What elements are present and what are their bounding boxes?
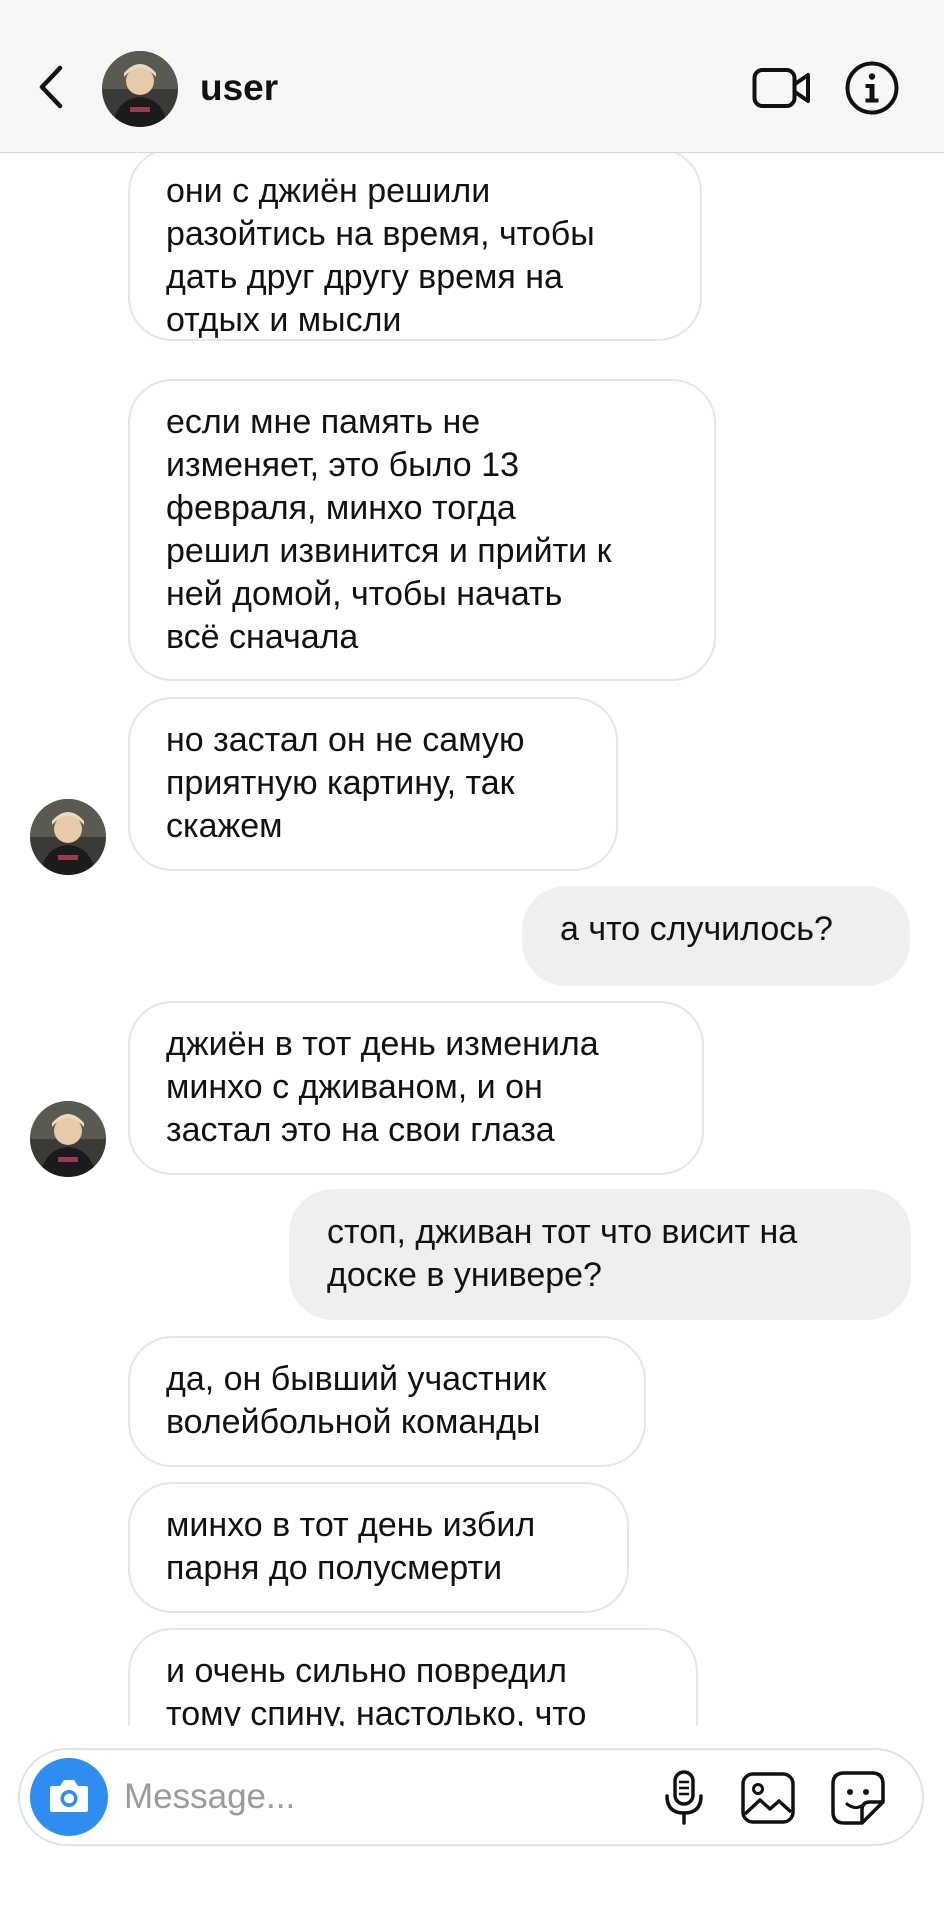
- camera-icon: [50, 1780, 88, 1812]
- sticker-button[interactable]: [828, 1768, 888, 1828]
- message-incoming[interactable]: если мне память не изменяет, это было 13…: [128, 379, 716, 681]
- message-incoming[interactable]: но застал он не самую приятную картину, …: [128, 697, 618, 871]
- video-call-button[interactable]: [752, 66, 812, 110]
- video-camera-icon: [752, 68, 810, 108]
- avatar[interactable]: [30, 799, 106, 875]
- chevron-left-icon: [39, 65, 63, 109]
- avatar[interactable]: [30, 1101, 106, 1177]
- message-incoming[interactable]: да, он бывший участник волейбольной кома…: [128, 1336, 646, 1467]
- message-incoming[interactable]: они с джиён решили разойтись на время, ч…: [128, 153, 702, 341]
- message-input[interactable]: [124, 1770, 524, 1824]
- message-outgoing[interactable]: а что случилось?: [522, 886, 910, 986]
- camera-button[interactable]: [30, 1758, 108, 1836]
- sticker-icon: [831, 1771, 885, 1825]
- info-icon: [845, 61, 899, 115]
- message-outgoing[interactable]: стоп, дживан тот что висит на доске в ун…: [289, 1189, 911, 1320]
- info-button[interactable]: [844, 60, 900, 116]
- gallery-icon: [741, 1772, 795, 1824]
- chat-header: user: [0, 0, 944, 153]
- message-incoming[interactable]: джиён в тот день изменила минхо с дживан…: [128, 1001, 704, 1175]
- back-button[interactable]: [30, 60, 74, 114]
- gallery-button[interactable]: [738, 1768, 798, 1828]
- avatar[interactable]: [102, 51, 178, 127]
- message-composer: [18, 1748, 924, 1846]
- message-thread[interactable]: они с джиён решили разойтись на время, ч…: [0, 153, 944, 1726]
- message-incoming[interactable]: и очень сильно повредил тому спину, наст…: [128, 1628, 698, 1726]
- microphone-icon: [665, 1770, 703, 1825]
- voice-message-button[interactable]: [656, 1768, 712, 1828]
- message-incoming[interactable]: минхо в тот день избил парня до полусмер…: [128, 1482, 629, 1613]
- chat-username[interactable]: user: [200, 66, 278, 110]
